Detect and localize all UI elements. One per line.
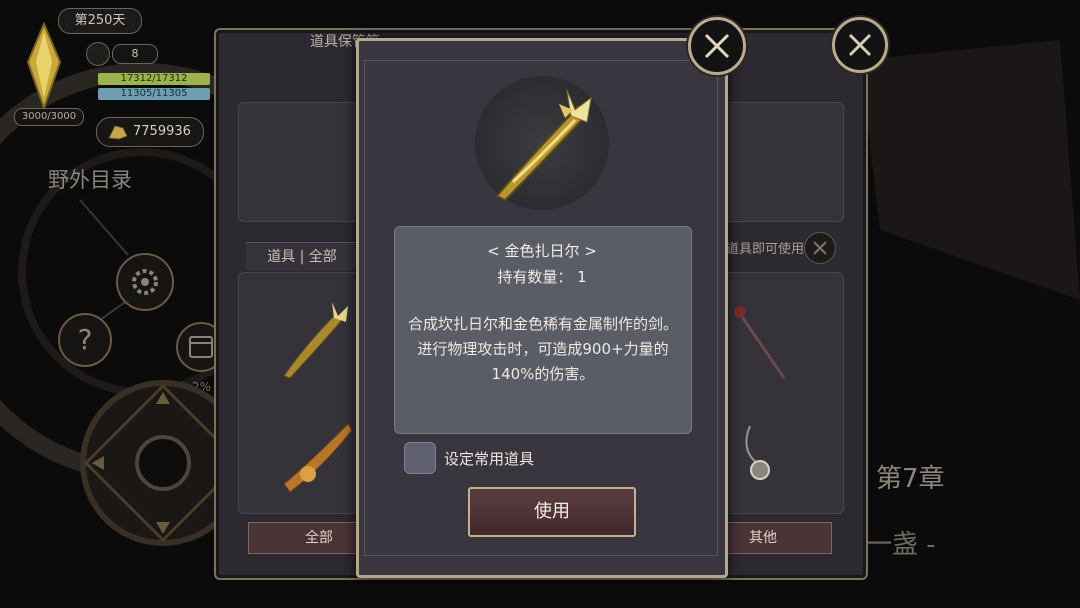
close-icon [848, 33, 872, 57]
favorite-label: 设定常用道具 [444, 450, 535, 468]
help-button[interactable]: ? [58, 313, 112, 367]
gold-amount: 7759936 [133, 124, 191, 139]
day-counter: 第250天 [58, 8, 142, 34]
storage-close-button[interactable] [832, 17, 888, 73]
item-description: 合成坎扎日尔和金色稀有金属制作的剑。进行物理攻击时，可造成900+力量的140%… [408, 315, 679, 383]
favorite-checkbox[interactable] [404, 442, 436, 474]
crystal-icon [26, 22, 62, 110]
gold-counter: 7759936 [96, 117, 204, 147]
use-button[interactable]: 使用 [468, 487, 636, 537]
mp-bar: 11305/11305 [98, 88, 210, 100]
item-icon-frame [475, 76, 609, 210]
golden-sword-icon [495, 89, 592, 202]
settings-gear-button[interactable] [116, 253, 174, 311]
gear-icon [132, 269, 158, 295]
gold-icon [108, 125, 128, 140]
field-menu-label[interactable]: 野外目录 [48, 164, 132, 194]
staff-thumbnail[interactable] [724, 296, 794, 386]
modal-close-button[interactable] [688, 17, 746, 75]
golden-sword-thumbnail[interactable] [276, 292, 356, 382]
item-filter-label[interactable]: 道具 | 全部 [246, 242, 358, 271]
fire-weapon-thumbnail[interactable] [278, 414, 358, 498]
calendar-count: 8 [112, 44, 158, 64]
item-name: < 金色扎日尔 > [487, 242, 597, 260]
close-icon [704, 33, 730, 59]
close-icon [813, 241, 827, 255]
hp-bar: 17312/17312 [98, 73, 210, 85]
stamina-value: 3000/3000 [14, 108, 84, 126]
calendar-icon[interactable] [86, 42, 110, 66]
usage-hint: 道具即可使用 [726, 242, 805, 257]
hint-close-button[interactable] [804, 232, 836, 264]
amulet-thumbnail[interactable] [736, 420, 786, 490]
item-quantity: 持有数量： 1 [497, 268, 587, 286]
chapter-title: 第7章 [876, 464, 945, 494]
